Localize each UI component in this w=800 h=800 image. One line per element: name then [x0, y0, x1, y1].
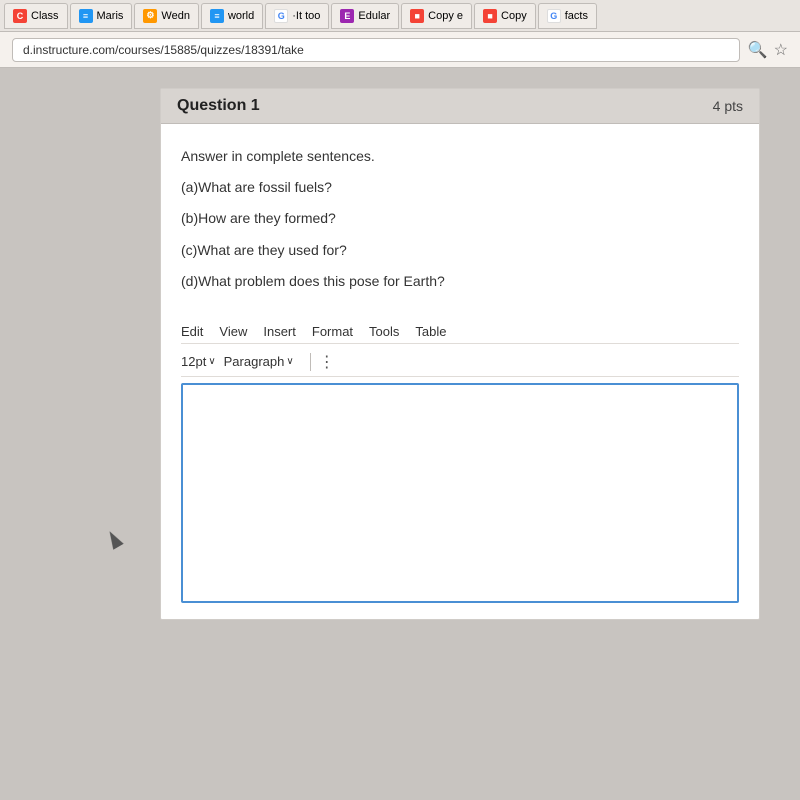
sub-question-d: (d)What problem does this pose for Earth… — [181, 269, 739, 294]
address-bar: d.instructure.com/courses/15885/quizzes/… — [0, 32, 800, 68]
text-input-area[interactable] — [181, 383, 739, 603]
tab-icon-iltoo: G — [274, 9, 288, 23]
tab-label-class: Class — [31, 10, 59, 22]
url-bar[interactable]: d.instructure.com/courses/15885/quizzes/… — [12, 38, 740, 62]
question-body: Answer in complete sentences. (a)What ar… — [161, 124, 759, 310]
editor-area: Edit View Insert Format Tools Table 12pt… — [161, 310, 759, 619]
question-text: Answer in complete sentences. (a)What ar… — [181, 144, 739, 294]
tab-label-copye: Copy e — [428, 10, 463, 22]
tab-world[interactable]: ≡ world — [201, 3, 263, 29]
font-size-selector[interactable]: 12pt ∨ — [181, 354, 216, 369]
question-title: Question 1 — [177, 97, 713, 115]
question-card: Question 1 4 pts Answer in complete sent… — [160, 88, 760, 620]
sub-question-c: (c)What are they used for? — [181, 238, 739, 263]
menu-edit[interactable]: Edit — [181, 324, 203, 339]
question-instruction: Answer in complete sentences. — [181, 144, 739, 169]
tab-copy[interactable]: ■ Copy — [474, 3, 536, 29]
paragraph-chevron: ∨ — [286, 356, 293, 367]
tab-icon-copye: ■ — [410, 9, 424, 23]
tab-copye[interactable]: ■ Copy e — [401, 3, 472, 29]
menu-table[interactable]: Table — [415, 324, 446, 339]
tab-label-edular: Edular — [358, 10, 390, 22]
tab-label-copy: Copy — [501, 10, 527, 22]
tab-icon-wedn: ⚙ — [143, 9, 157, 23]
menu-view[interactable]: View — [219, 324, 247, 339]
tab-wedn[interactable]: ⚙ Wedn — [134, 3, 199, 29]
tab-class[interactable]: C Class — [4, 3, 68, 29]
tab-iltoo[interactable]: G ·It too — [265, 3, 329, 29]
tab-label-facts: facts — [565, 10, 588, 22]
font-size-chevron: ∨ — [208, 356, 215, 367]
tab-icon-facts: G — [547, 9, 561, 23]
browser-tabs: C Class ≡ Maris ⚙ Wedn ≡ world G ·It too… — [0, 0, 800, 32]
more-options-button[interactable]: ⋮ — [319, 352, 335, 372]
bookmark-icon[interactable]: ☆ — [774, 40, 788, 60]
page-content: Question 1 4 pts Answer in complete sent… — [0, 68, 800, 800]
tab-label-wedn: Wedn — [161, 10, 190, 22]
tab-facts[interactable]: G facts — [538, 3, 597, 29]
menu-format[interactable]: Format — [312, 324, 353, 339]
editor-menu: Edit View Insert Format Tools Table — [181, 320, 739, 344]
tab-maris[interactable]: ≡ Maris — [70, 3, 133, 29]
editor-toolbar: 12pt ∨ Paragraph ∨ ⋮ — [181, 348, 739, 377]
tab-label-iltoo: ·It too — [292, 10, 320, 22]
question-points: 4 pts — [713, 98, 743, 114]
tab-label-world: world — [228, 10, 254, 22]
tab-icon-world: ≡ — [210, 9, 224, 23]
font-size-value: 12pt — [181, 354, 206, 369]
search-icon[interactable]: 🔍 — [748, 40, 768, 60]
tab-icon-class: C — [13, 9, 27, 23]
paragraph-selector[interactable]: Paragraph ∨ — [224, 354, 294, 369]
toolbar-divider — [310, 353, 311, 371]
sub-question-a: (a)What are fossil fuels? — [181, 175, 739, 200]
tab-icon-copy: ■ — [483, 9, 497, 23]
sub-question-b: (b)How are they formed? — [181, 206, 739, 231]
tab-icon-maris: ≡ — [79, 9, 93, 23]
menu-insert[interactable]: Insert — [263, 324, 296, 339]
paragraph-value: Paragraph — [224, 354, 285, 369]
tab-icon-edular: E — [340, 9, 354, 23]
tab-edular[interactable]: E Edular — [331, 3, 399, 29]
question-header: Question 1 4 pts — [161, 89, 759, 124]
menu-tools[interactable]: Tools — [369, 324, 399, 339]
tab-label-maris: Maris — [97, 10, 124, 22]
